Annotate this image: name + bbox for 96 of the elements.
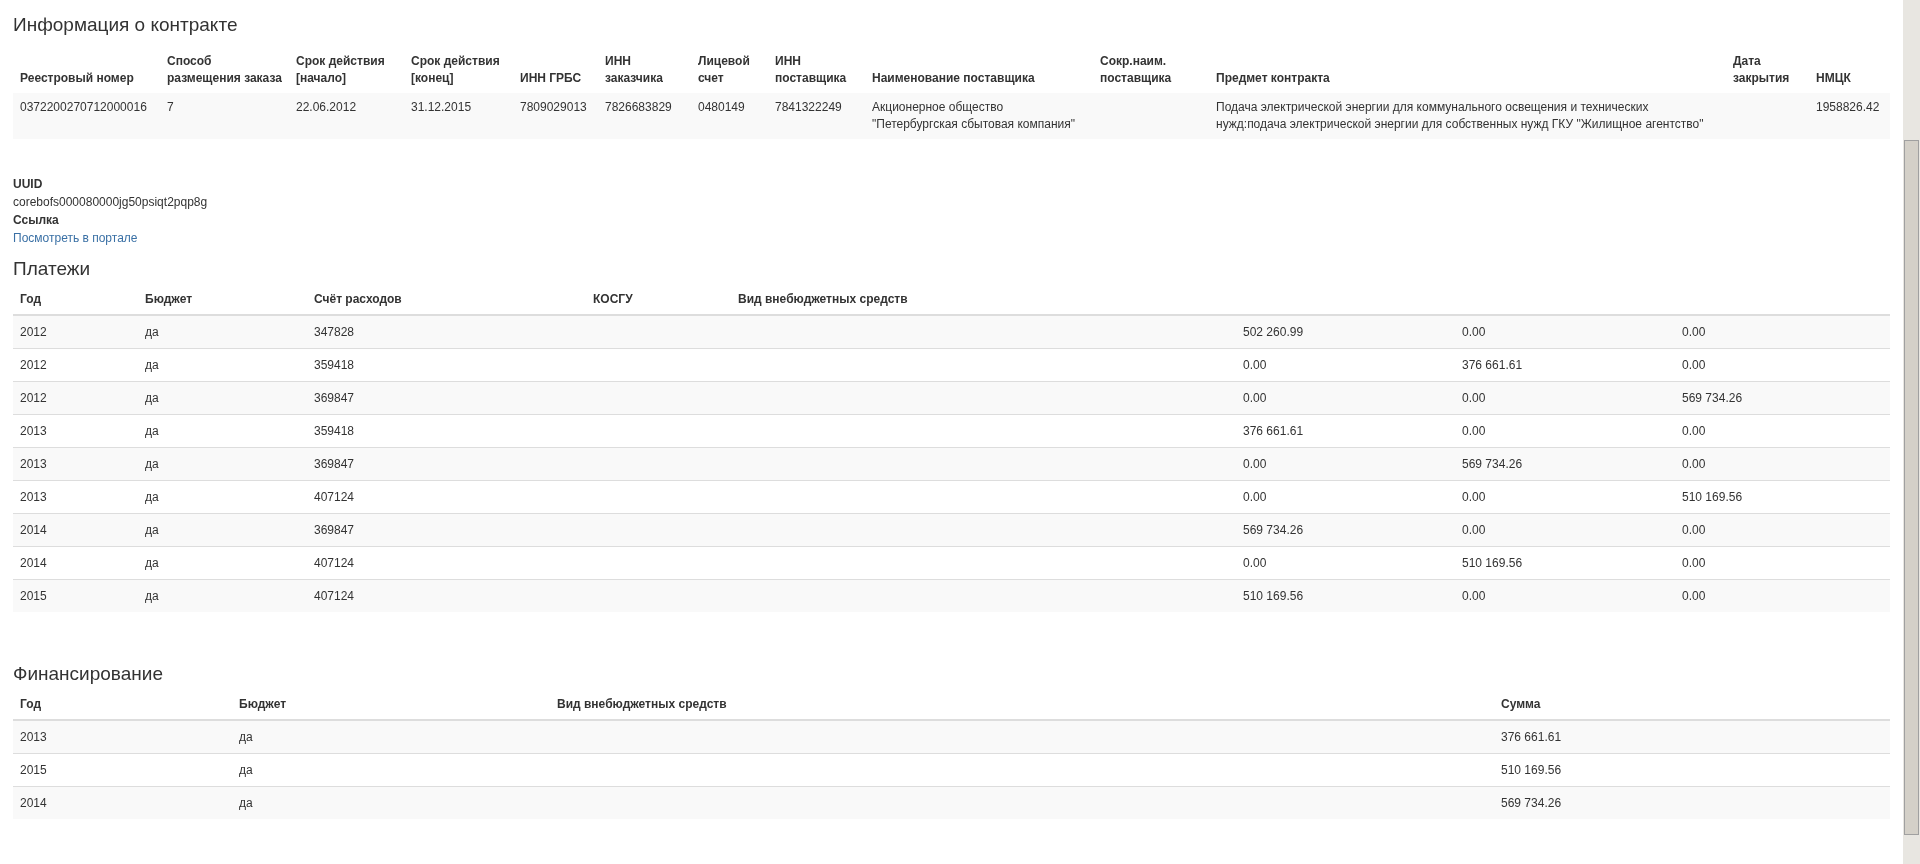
table-cell: да	[145, 490, 159, 504]
table-cell: 0.00	[1462, 424, 1486, 438]
table-cell: 0.00	[1682, 523, 1706, 537]
table-cell: Подача электрической энергии для коммунального освещения и технических нужд:подача электрической энергии для собственных нужд ГКУ "Жилищное агентство"	[1216, 100, 1704, 131]
column-header: Реестровый номер	[13, 47, 160, 93]
table-cell: 2012	[20, 358, 47, 372]
table-cell: 569 734.26	[1243, 523, 1304, 537]
table-cell: 0.00	[1243, 490, 1267, 504]
table-cell: 347828	[314, 325, 355, 339]
table-cell: да	[239, 763, 253, 777]
table-cell: Акционерное общество "Петербургская сбытовая компания"	[872, 100, 1075, 131]
table-cell: 2015	[20, 763, 47, 777]
table-cell: 22.06.2012	[296, 100, 357, 114]
table-cell: 0.00	[1682, 358, 1706, 372]
table-cell: 2012	[20, 391, 47, 405]
table-cell: 0.00	[1462, 391, 1486, 405]
table-cell: 407124	[314, 490, 355, 504]
table-cell: 0.00	[1462, 589, 1486, 603]
table-cell: 510 169.56	[1243, 589, 1304, 603]
table-cell: 31.12.2015	[411, 100, 472, 114]
table-cell: 0.00	[1682, 424, 1706, 438]
column-header: Предмет контракта	[1209, 47, 1726, 93]
column-header: Срок действия [конец]	[404, 47, 513, 93]
field-label: Ссылка	[13, 212, 60, 229]
table-cell: 2013	[20, 730, 47, 744]
section-heading: Финансирование	[13, 662, 164, 686]
table-cell: да	[145, 457, 159, 471]
table-cell: 369847	[314, 391, 355, 405]
column-header: Наименование поставщика	[865, 47, 1093, 93]
portal-link[interactable]: Посмотреть в портале	[13, 231, 138, 245]
table-cell: 407124	[314, 556, 355, 570]
table-cell: 569 734.26	[1682, 391, 1743, 405]
table-cell: 2013	[20, 424, 47, 438]
table-cell: 0.00	[1682, 457, 1706, 471]
table-cell: 0.00	[1682, 556, 1706, 570]
column-header: ИНН ГРБС	[513, 47, 598, 93]
table-cell: 0.00	[1682, 589, 1706, 603]
table-cell: 369847	[314, 523, 355, 537]
column-header: Лицевой счет	[691, 47, 768, 93]
table-cell: 0.00	[1462, 523, 1486, 537]
table-cell: 2014	[20, 523, 47, 537]
column-header: Дата закрытия	[1726, 47, 1809, 93]
table-cell: да	[239, 730, 253, 744]
section-heading: Платежи	[13, 257, 92, 281]
column-header: Способ размещения заказа	[160, 47, 289, 93]
table-cell: да	[145, 358, 159, 372]
table-cell: 0.00	[1243, 391, 1267, 405]
column-header: ИНН заказчика	[598, 47, 691, 93]
table-cell: 0372200270712000016	[20, 100, 147, 114]
table-cell: 7841322249	[775, 100, 842, 114]
field-label: UUID	[13, 176, 44, 193]
table-cell: да	[239, 796, 253, 810]
table-cell: да	[145, 391, 159, 405]
table-cell: 569 734.26	[1462, 457, 1523, 471]
table-cell: 0.00	[1243, 457, 1267, 471]
table-cell: 369847	[314, 457, 355, 471]
scrollbar[interactable]	[1903, 0, 1920, 864]
column-header: Срок действия [начало]	[289, 47, 404, 93]
table-cell: 2014	[20, 556, 47, 570]
table-cell: 502 260.99	[1243, 325, 1304, 339]
table-cell: да	[145, 523, 159, 537]
table-cell: 2013	[20, 490, 47, 504]
column-header: ИНН поставщика	[768, 47, 865, 93]
table-cell: 407124	[314, 589, 355, 603]
column-header: Сокр.наим. поставщика	[1093, 47, 1209, 93]
table-cell: 2012	[20, 325, 47, 339]
table-cell: 569 734.26	[1501, 796, 1562, 810]
table-cell: 2014	[20, 796, 47, 810]
table-cell: 376 661.61	[1243, 424, 1304, 438]
table-cell: 0.00	[1243, 556, 1267, 570]
table-cell: 376 661.61	[1462, 358, 1523, 372]
table-cell: 359418	[314, 358, 355, 372]
table-cell: 0.00	[1462, 490, 1486, 504]
table-cell: 0.00	[1462, 325, 1486, 339]
table-cell: 510 169.56	[1462, 556, 1523, 570]
table-cell: 1958826.42	[1816, 100, 1880, 114]
table-cell: 7809029013	[520, 100, 587, 114]
table-cell: да	[145, 325, 159, 339]
table-cell: да	[145, 589, 159, 603]
scrollbar-thumb[interactable]	[1904, 140, 1919, 835]
table-cell: 0.00	[1243, 358, 1267, 372]
table-cell: да	[145, 424, 159, 438]
table-cell: 2015	[20, 589, 47, 603]
field-value: corebofs000080000jg50psiqt2pqp8g	[13, 194, 209, 211]
table-cell: 0480149	[698, 100, 745, 114]
table-cell: 376 661.61	[1501, 730, 1562, 744]
column-header: НМЦК	[1809, 47, 1890, 93]
table-cell: 7826683829	[605, 100, 672, 114]
table-cell: 2013	[20, 457, 47, 471]
table-cell: 0.00	[1682, 325, 1706, 339]
table-cell: 510 169.56	[1682, 490, 1743, 504]
table-cell: 7	[167, 100, 174, 114]
table-cell: 359418	[314, 424, 355, 438]
table-cell: 510 169.56	[1501, 763, 1562, 777]
table-cell: да	[145, 556, 159, 570]
section-heading: Информация о контракте	[13, 13, 239, 37]
